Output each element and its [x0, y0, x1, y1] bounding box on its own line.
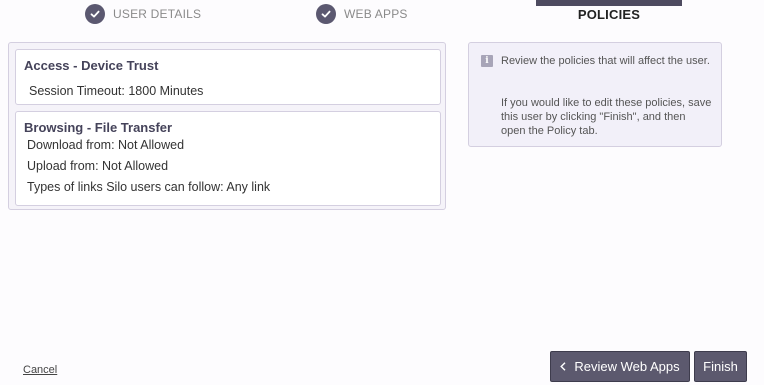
policy-setting: Types of links Silo users can follow: An… — [27, 180, 271, 194]
review-web-apps-button[interactable]: Review Web Apps — [550, 351, 690, 382]
check-icon — [316, 4, 336, 24]
step-user-details[interactable]: USER DETAILS — [85, 3, 201, 25]
policy-title: Browsing - File Transfer — [24, 120, 173, 135]
policy-card-browsing: Browsing - File Transfer Download from: … — [15, 111, 441, 206]
policy-title: Access - Device Trust — [24, 58, 159, 73]
step-policies: POLICIES — [536, 0, 682, 24]
step-label: WEB APPS — [344, 7, 408, 21]
chevron-left-icon — [560, 362, 566, 371]
info-panel: i Review the policies that will affect t… — [468, 42, 722, 147]
check-icon — [85, 4, 105, 24]
info-icon: i — [481, 55, 493, 67]
button-label: Review Web Apps — [574, 359, 680, 374]
step-label: POLICIES — [577, 7, 641, 22]
cancel-link[interactable]: Cancel — [23, 364, 57, 376]
active-step-bar — [536, 0, 682, 6]
info-text: If you would like to edit these policies… — [501, 97, 712, 137]
step-label: USER DETAILS — [113, 7, 202, 21]
policy-setting: Session Timeout: 1800 Minutes — [29, 84, 204, 98]
policy-wizard: USER DETAILS WEB APPS POLICIES Access - … — [0, 0, 764, 385]
info-text: Review the policies that will affect the… — [501, 55, 710, 67]
policy-setting: Upload from: Not Allowed — [27, 159, 169, 173]
policies-panel: Access - Device Trust Session Timeout: 1… — [8, 42, 446, 210]
finish-button[interactable]: Finish — [694, 351, 747, 382]
policy-setting: Download from: Not Allowed — [27, 138, 185, 152]
policy-card-access: Access - Device Trust Session Timeout: 1… — [15, 49, 441, 105]
step-web-apps[interactable]: WEB APPS — [316, 3, 408, 25]
